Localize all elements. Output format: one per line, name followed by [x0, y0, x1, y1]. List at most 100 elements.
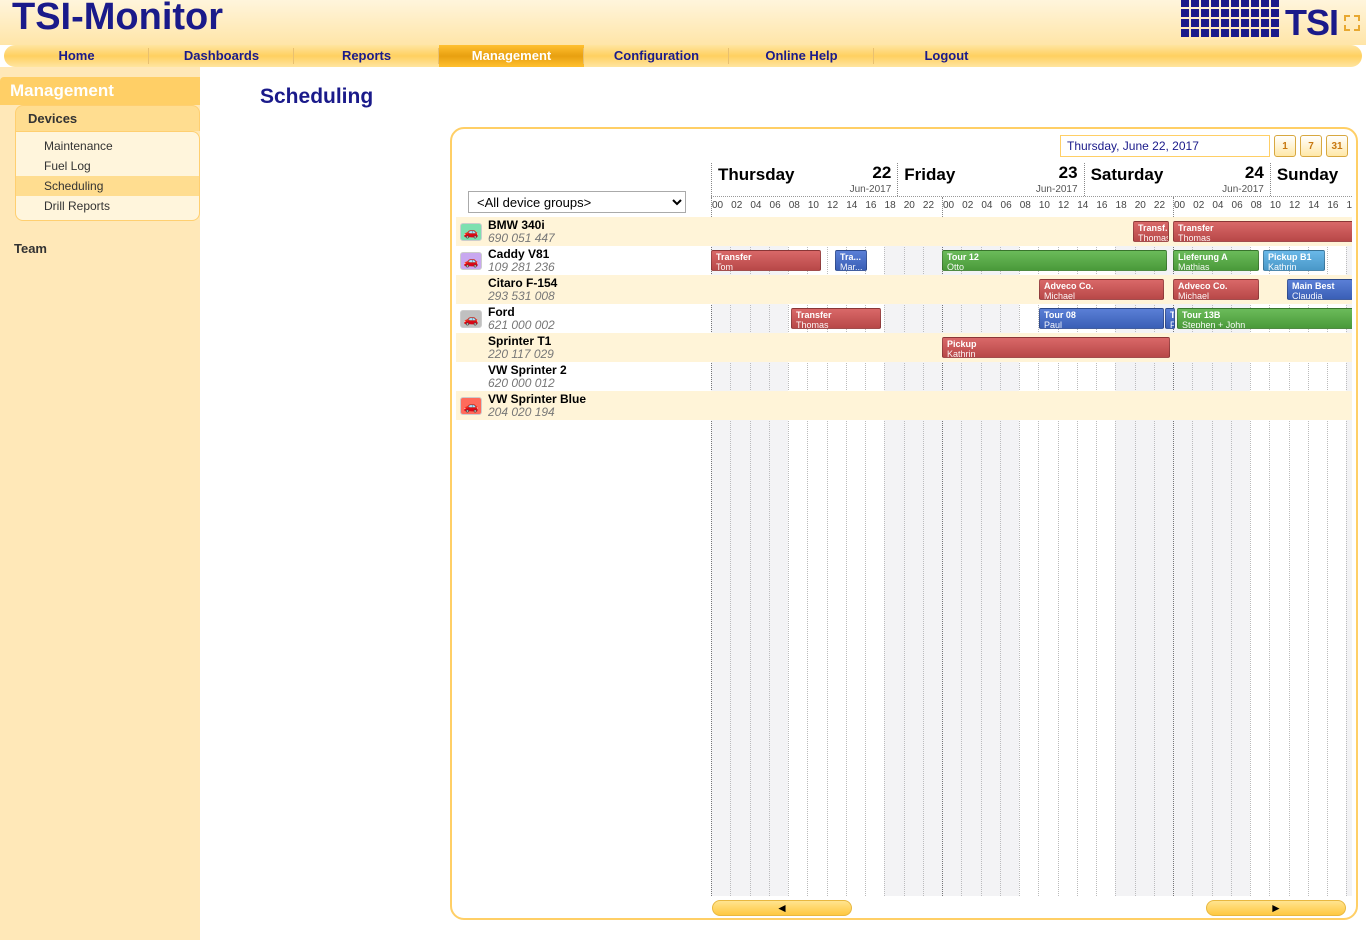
- hour-label: 00: [943, 197, 962, 217]
- device-label: Caddy V81109 281 236: [488, 248, 555, 274]
- hour-label: 02: [962, 197, 981, 217]
- page-title: Scheduling: [260, 85, 1366, 109]
- hour-label: 18: [1347, 197, 1352, 217]
- hour-label: 12: [827, 197, 846, 217]
- hour-label: 06: [1001, 197, 1020, 217]
- device-row[interactable]: VW Sprinter 2620 000 012: [456, 362, 711, 391]
- device-label: BMW 340i690 051 447: [488, 219, 555, 245]
- fullscreen-icon[interactable]: [1344, 15, 1360, 31]
- hour-label: 12: [1289, 197, 1308, 217]
- hour-label: 08: [1020, 197, 1039, 217]
- hour-label: 08: [789, 197, 808, 217]
- nav-reports[interactable]: Reports: [294, 45, 439, 67]
- hour-label: 18: [885, 197, 904, 217]
- device-row[interactable]: 🚗VW Sprinter Blue204 020 194: [456, 391, 711, 420]
- vehicle-icon: [460, 368, 482, 386]
- view-day-button[interactable]: 1: [1274, 135, 1296, 157]
- day-header: Saturday24Jun-2017: [1084, 163, 1270, 196]
- hour-label: 14: [1308, 197, 1327, 217]
- schedule-task[interactable]: Adveco Co.Michael: [1039, 279, 1164, 300]
- hour-label: 04: [750, 197, 769, 217]
- schedule-task[interactable]: TransferTom: [711, 250, 821, 271]
- nav-logout[interactable]: Logout: [874, 45, 1019, 67]
- hour-label: 14: [1077, 197, 1096, 217]
- schedule-task[interactable]: Main BestClaudia: [1287, 279, 1352, 300]
- gantt-row[interactable]: [711, 362, 1352, 391]
- sidebar-item-scheduling[interactable]: Scheduling: [16, 176, 199, 196]
- main-area: Scheduling 1 7 31 <All device groups> 🚗 B…: [200, 67, 1366, 940]
- hour-label: 20: [1135, 197, 1154, 217]
- hour-label: 12: [1058, 197, 1077, 217]
- sidebar-item-maintenance[interactable]: Maintenance: [16, 136, 199, 156]
- sidebar-item-drill-reports[interactable]: Drill Reports: [16, 196, 199, 216]
- schedule-task[interactable]: TransferThomas: [1173, 221, 1352, 242]
- schedule-task[interactable]: Lieferung AMathias: [1173, 250, 1259, 271]
- sidebar-subitems: MaintenanceFuel LogSchedulingDrill Repor…: [15, 131, 200, 221]
- nav-dashboards[interactable]: Dashboards: [149, 45, 294, 67]
- view-week-button[interactable]: 7: [1300, 135, 1322, 157]
- hour-label: 10: [1270, 197, 1289, 217]
- hour-label: 22: [1154, 197, 1173, 217]
- nav-home[interactable]: Home: [4, 45, 149, 67]
- hour-label: 10: [1039, 197, 1058, 217]
- vehicle-icon: [460, 281, 482, 299]
- device-row[interactable]: Citaro F-154293 531 008: [456, 275, 711, 304]
- hour-label: 16: [1096, 197, 1115, 217]
- sidebar-item-fuel-log[interactable]: Fuel Log: [16, 156, 199, 176]
- hour-label: 08: [1251, 197, 1270, 217]
- view-month-button[interactable]: 31: [1326, 135, 1348, 157]
- schedule-task[interactable]: TransferThomas: [791, 308, 881, 329]
- left-panel: Management Devices MaintenanceFuel LogSc…: [0, 67, 200, 940]
- device-row[interactable]: Sprinter T1220 117 029: [456, 333, 711, 362]
- device-label: VW Sprinter Blue204 020 194: [488, 393, 586, 419]
- sidebar-team[interactable]: Team: [0, 231, 200, 266]
- schedule-task[interactable]: PickupKathrin: [942, 337, 1170, 358]
- schedule-task[interactable]: Pickup B1Kathrin: [1263, 250, 1325, 271]
- schedule-task[interactable]: Tour 12Otto: [942, 250, 1167, 271]
- logo-dots-icon: [1181, 0, 1279, 47]
- vehicle-icon: 🚗: [460, 310, 482, 328]
- schedule-panel: 1 7 31 <All device groups> 🚗 BMW 340i690 …: [450, 127, 1358, 920]
- date-input[interactable]: [1060, 135, 1270, 157]
- day-header: Friday23Jun-2017: [897, 163, 1083, 196]
- logo-text: TSI: [1285, 2, 1338, 44]
- header-logo: TSI: [1076, 0, 1366, 45]
- top-nav: HomeDashboardsReportsManagementConfigura…: [4, 45, 1362, 67]
- schedule-task[interactable]: Tra...Mar...: [835, 250, 867, 271]
- hour-label: 00: [1174, 197, 1193, 217]
- vehicle-icon: 🚗: [460, 223, 482, 241]
- nav-online-help[interactable]: Online Help: [729, 45, 874, 67]
- device-row[interactable]: 🚗 Ford621 000 002: [456, 304, 711, 333]
- hour-label: 00: [712, 197, 731, 217]
- timeline[interactable]: Thursday22Jun-2017Friday23Jun-2017Saturd…: [711, 163, 1352, 896]
- hour-label: 02: [731, 197, 750, 217]
- vehicle-icon: [460, 339, 482, 357]
- device-row[interactable]: 🚗 BMW 340i690 051 447: [456, 217, 711, 246]
- schedule-task[interactable]: TP.: [1165, 308, 1175, 329]
- day-header: Thursday22Jun-2017: [711, 163, 897, 196]
- device-label: Ford621 000 002: [488, 306, 555, 332]
- section-title: Management: [0, 77, 200, 105]
- schedule-task[interactable]: Tour 08Paul: [1039, 308, 1164, 329]
- category-devices[interactable]: Devices: [15, 105, 200, 131]
- app-title: TSI-Monitor: [12, 0, 223, 39]
- gantt-row[interactable]: [711, 391, 1352, 420]
- hour-label: 06: [1232, 197, 1251, 217]
- app-header: TSI-Monitor TSI: [0, 0, 1366, 45]
- device-label: Sprinter T1220 117 029: [488, 335, 554, 361]
- hour-label: 14: [846, 197, 865, 217]
- schedule-task[interactable]: Tour 13BStephen + John: [1177, 308, 1352, 329]
- device-label: VW Sprinter 2620 000 012: [488, 364, 567, 390]
- device-row[interactable]: 🚗 Caddy V81109 281 236: [456, 246, 711, 275]
- nav-configuration[interactable]: Configuration: [584, 45, 729, 67]
- nav-management[interactable]: Management: [439, 45, 584, 67]
- scroll-right-button[interactable]: ►: [1206, 900, 1346, 916]
- scroll-left-button[interactable]: ◄: [712, 900, 852, 916]
- hour-label: 16: [865, 197, 884, 217]
- vehicle-icon: 🚗: [460, 252, 482, 270]
- hour-label: 22: [923, 197, 942, 217]
- device-group-select[interactable]: <All device groups>: [468, 191, 686, 213]
- schedule-task[interactable]: Transf...Thomas: [1133, 221, 1169, 242]
- schedule-task[interactable]: Adveco Co.Michael: [1173, 279, 1259, 300]
- hour-label: 10: [808, 197, 827, 217]
